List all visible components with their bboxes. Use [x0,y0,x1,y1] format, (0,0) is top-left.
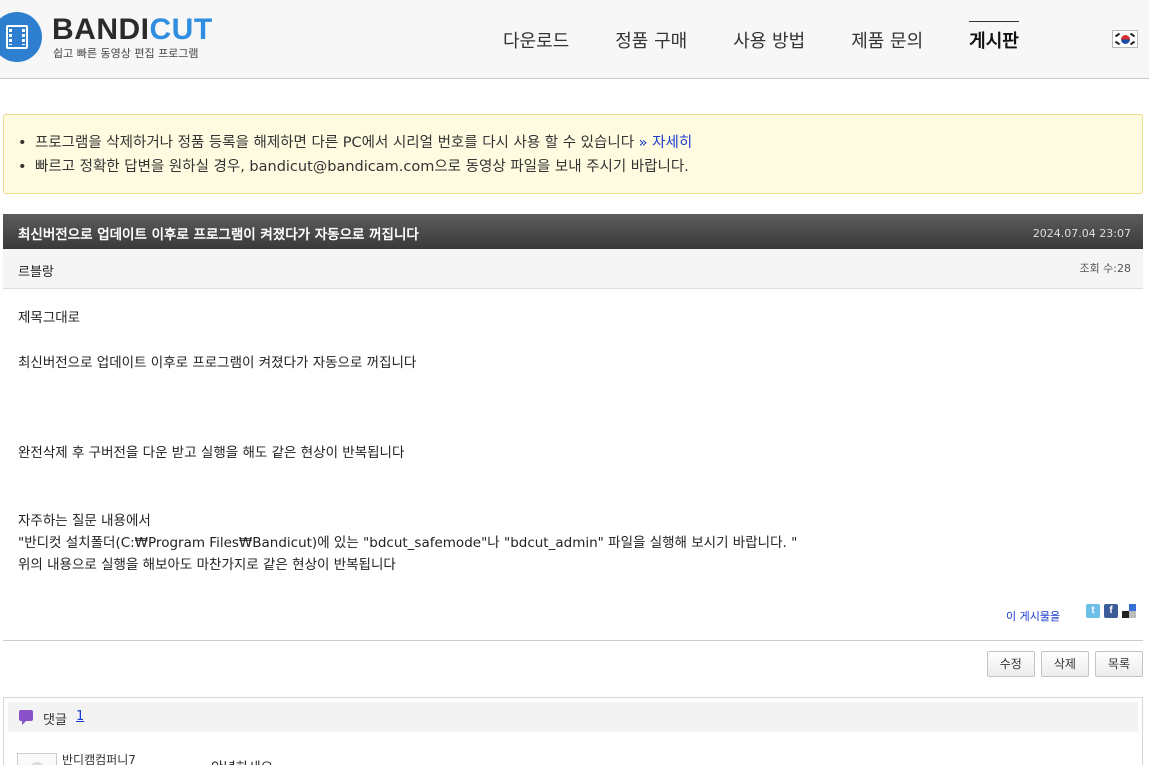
nav-support[interactable]: 제품 문의 [828,0,946,79]
post-paragraph: 위의 내용으로 실행을 해보아도 마찬가지로 같은 현상이 반복됩니다 [18,557,396,573]
main-nav: 다운로드 정품 구매 사용 방법 제품 문의 게시판 [480,0,1042,79]
post-date: 2024.07.04 23:07 [1032,227,1131,240]
notice-item: 프로그램을 삭제하거나 정품 등록을 해제하면 다른 PC에서 시리얼 번호를 … [18,131,1142,155]
film-logo-icon [0,12,42,62]
post-paragraph: 완전삭제 후 구버전을 다운 받고 실행을 해도 같은 현상이 반복됩니다 [18,445,405,461]
nav-purchase[interactable]: 정품 구매 [592,0,710,79]
post-meta: 르블랑 조회 수:28 [3,249,1143,289]
twitter-icon[interactable]: t [1086,604,1100,618]
speech-bubble-icon [19,710,33,725]
view-count: 조회 수:28 [1079,262,1131,275]
edit-button[interactable]: 수정 [986,651,1035,677]
comment-author[interactable]: 반디캠컴퍼니7 [62,751,136,765]
site-header: BANDICUT 쉽고 빠른 동영상 편집 프로그램 다운로드 정품 구매 사용… [0,0,1149,79]
notice-box: 프로그램을 삭제하거나 정품 등록을 해제하면 다른 PC에서 시리얼 번호를 … [3,114,1143,194]
post-author[interactable]: 르블랑 [18,261,54,280]
delete-button[interactable]: 삭제 [1040,651,1089,677]
post-paragraph: 제목그대로 [18,310,81,326]
comments-section: 댓글 1 반디캠컴퍼니7 안녕하세요 [3,697,1143,765]
logo-tagline: 쉽고 빠른 동영상 편집 프로그램 [53,47,199,60]
nav-board[interactable]: 게시판 [946,0,1042,79]
details-link[interactable]: » 자세히 [639,135,693,151]
divider [3,640,1143,641]
logo-wordmark: BANDICUT [52,13,213,46]
post-paragraph: 최신버전으로 업데이트 이후로 프로그램이 켜졌다가 자동으로 꺼집니다 [18,355,417,371]
nav-how-to-use[interactable]: 사용 방법 [710,0,828,79]
comment-text: 안녕하세요 [211,756,273,765]
facebook-icon[interactable]: f [1104,604,1118,618]
comments-header: 댓글 1 [8,702,1138,732]
share-label: 이 게시물을 [1006,610,1061,623]
korea-flag-icon[interactable] [1112,30,1138,48]
post-title: 최신버전으로 업데이트 이후로 프로그램이 켜졌다가 자동으로 꺼집니다 [18,227,419,243]
post-title-bar: 최신버전으로 업데이트 이후로 프로그램이 켜졌다가 자동으로 꺼집니다 202… [3,214,1143,249]
bandicut-logo[interactable]: BANDICUT 쉽고 빠른 동영상 편집 프로그램 [0,12,232,66]
comments-count[interactable]: 1 [76,709,84,724]
comments-label: 댓글 [43,713,67,728]
notice-item: 빠르고 정확한 답변을 원하실 경우, bandicut@bandicam.co… [18,155,1142,179]
post-paragraph: 자주하는 질문 내용에서 [18,513,151,529]
list-button[interactable]: 목록 [1094,651,1143,677]
avatar [17,753,57,765]
share-icons: t f [1086,604,1136,618]
post-actions: 수정 삭제 목록 [986,651,1143,677]
post-paragraph: "반디컷 설치폴더(C:₩Program Files₩Bandicut)에 있는… [18,535,798,551]
delicious-icon[interactable] [1122,604,1136,618]
nav-download[interactable]: 다운로드 [480,0,592,79]
